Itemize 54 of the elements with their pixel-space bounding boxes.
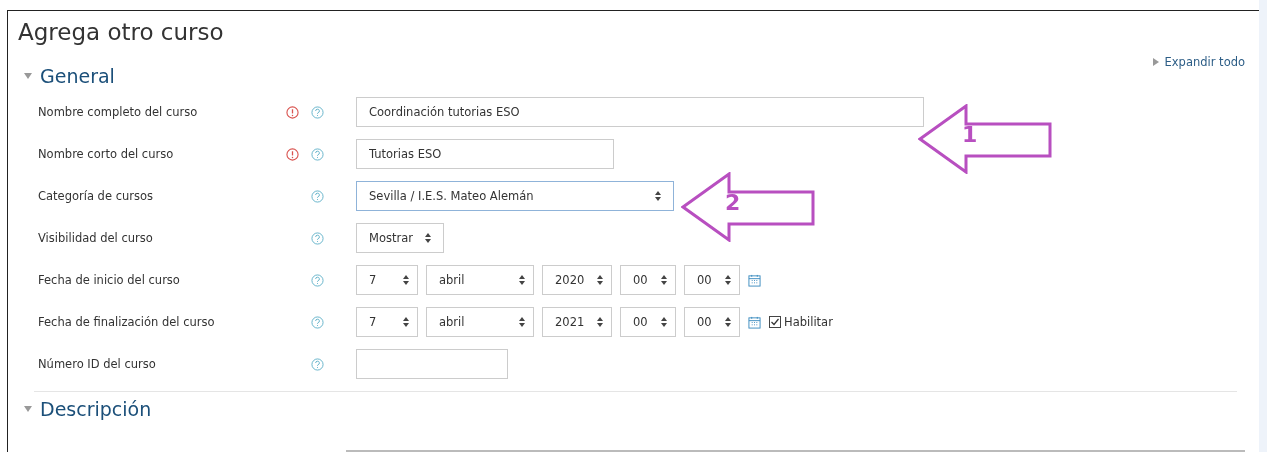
expand-all-link[interactable]: Expandir todo	[1152, 55, 1245, 69]
page-title: Agrega otro curso	[18, 19, 224, 47]
field-label: Número ID del curso	[37, 357, 157, 371]
field-label: Visibilidad del curso	[37, 231, 154, 245]
calendar-icon[interactable]	[748, 273, 761, 287]
help-icon[interactable]	[311, 357, 324, 371]
section-title[interactable]: Descripción	[40, 398, 152, 420]
help-icon[interactable]	[311, 273, 324, 287]
updown-caret-icon	[597, 275, 603, 285]
dropdown[interactable]: 2021	[542, 307, 612, 337]
checkbox-icon[interactable]	[769, 316, 781, 328]
help-icon[interactable]	[311, 147, 324, 161]
field-label: Fecha de finalización del curso	[37, 315, 216, 329]
updown-caret-icon	[725, 275, 731, 285]
dropdown[interactable]: 2020	[542, 265, 612, 295]
field-label: Nombre completo del curso	[37, 105, 199, 119]
updown-caret-icon	[597, 317, 603, 327]
collapse-caret-icon[interactable]	[24, 73, 32, 79]
enable-checkbox[interactable]: Habilitar	[769, 315, 833, 329]
callout-arrow: 2	[681, 172, 817, 242]
section-title[interactable]: General	[40, 65, 115, 87]
text-field[interactable]: Tutorias ESO	[356, 139, 614, 169]
updown-caret-icon	[519, 275, 525, 285]
dropdown[interactable]: 7	[356, 265, 418, 295]
help-icon[interactable]	[311, 105, 324, 119]
dropdown[interactable]: abril	[426, 307, 534, 337]
updown-caret-icon	[661, 275, 667, 285]
dropdown[interactable]: 00	[684, 307, 740, 337]
updown-caret-icon	[519, 317, 525, 327]
dropdown[interactable]: Sevilla / I.E.S. Mateo Alemán	[356, 181, 674, 211]
help-icon[interactable]	[311, 189, 324, 203]
text-field[interactable]: Coordinación tutorias ESO	[356, 97, 924, 127]
field-label: Nombre corto del curso	[37, 147, 175, 161]
help-icon[interactable]	[311, 231, 324, 245]
dropdown[interactable]: abril	[426, 265, 534, 295]
dropdown[interactable]: 00	[620, 307, 676, 337]
field-label: Fecha de inicio del curso	[37, 273, 181, 287]
text-field[interactable]	[356, 349, 508, 379]
updown-caret-icon	[425, 233, 431, 243]
updown-caret-icon	[661, 317, 667, 327]
calendar-icon[interactable]	[748, 315, 761, 329]
field-label: Categoría de cursos	[37, 189, 154, 203]
dropdown[interactable]: 00	[684, 265, 740, 295]
dropdown[interactable]: Mostrar	[356, 223, 444, 253]
callout-arrow: 1	[918, 104, 1054, 174]
expand-triangle-icon[interactable]	[1152, 58, 1159, 66]
updown-caret-icon	[655, 191, 661, 201]
dropdown[interactable]: 7	[356, 307, 418, 337]
updown-caret-icon	[403, 275, 409, 285]
collapse-caret-icon[interactable]	[24, 406, 32, 412]
updown-caret-icon	[725, 317, 731, 327]
dropdown[interactable]: 00	[620, 265, 676, 295]
updown-caret-icon	[403, 317, 409, 327]
help-icon[interactable]	[311, 315, 324, 329]
